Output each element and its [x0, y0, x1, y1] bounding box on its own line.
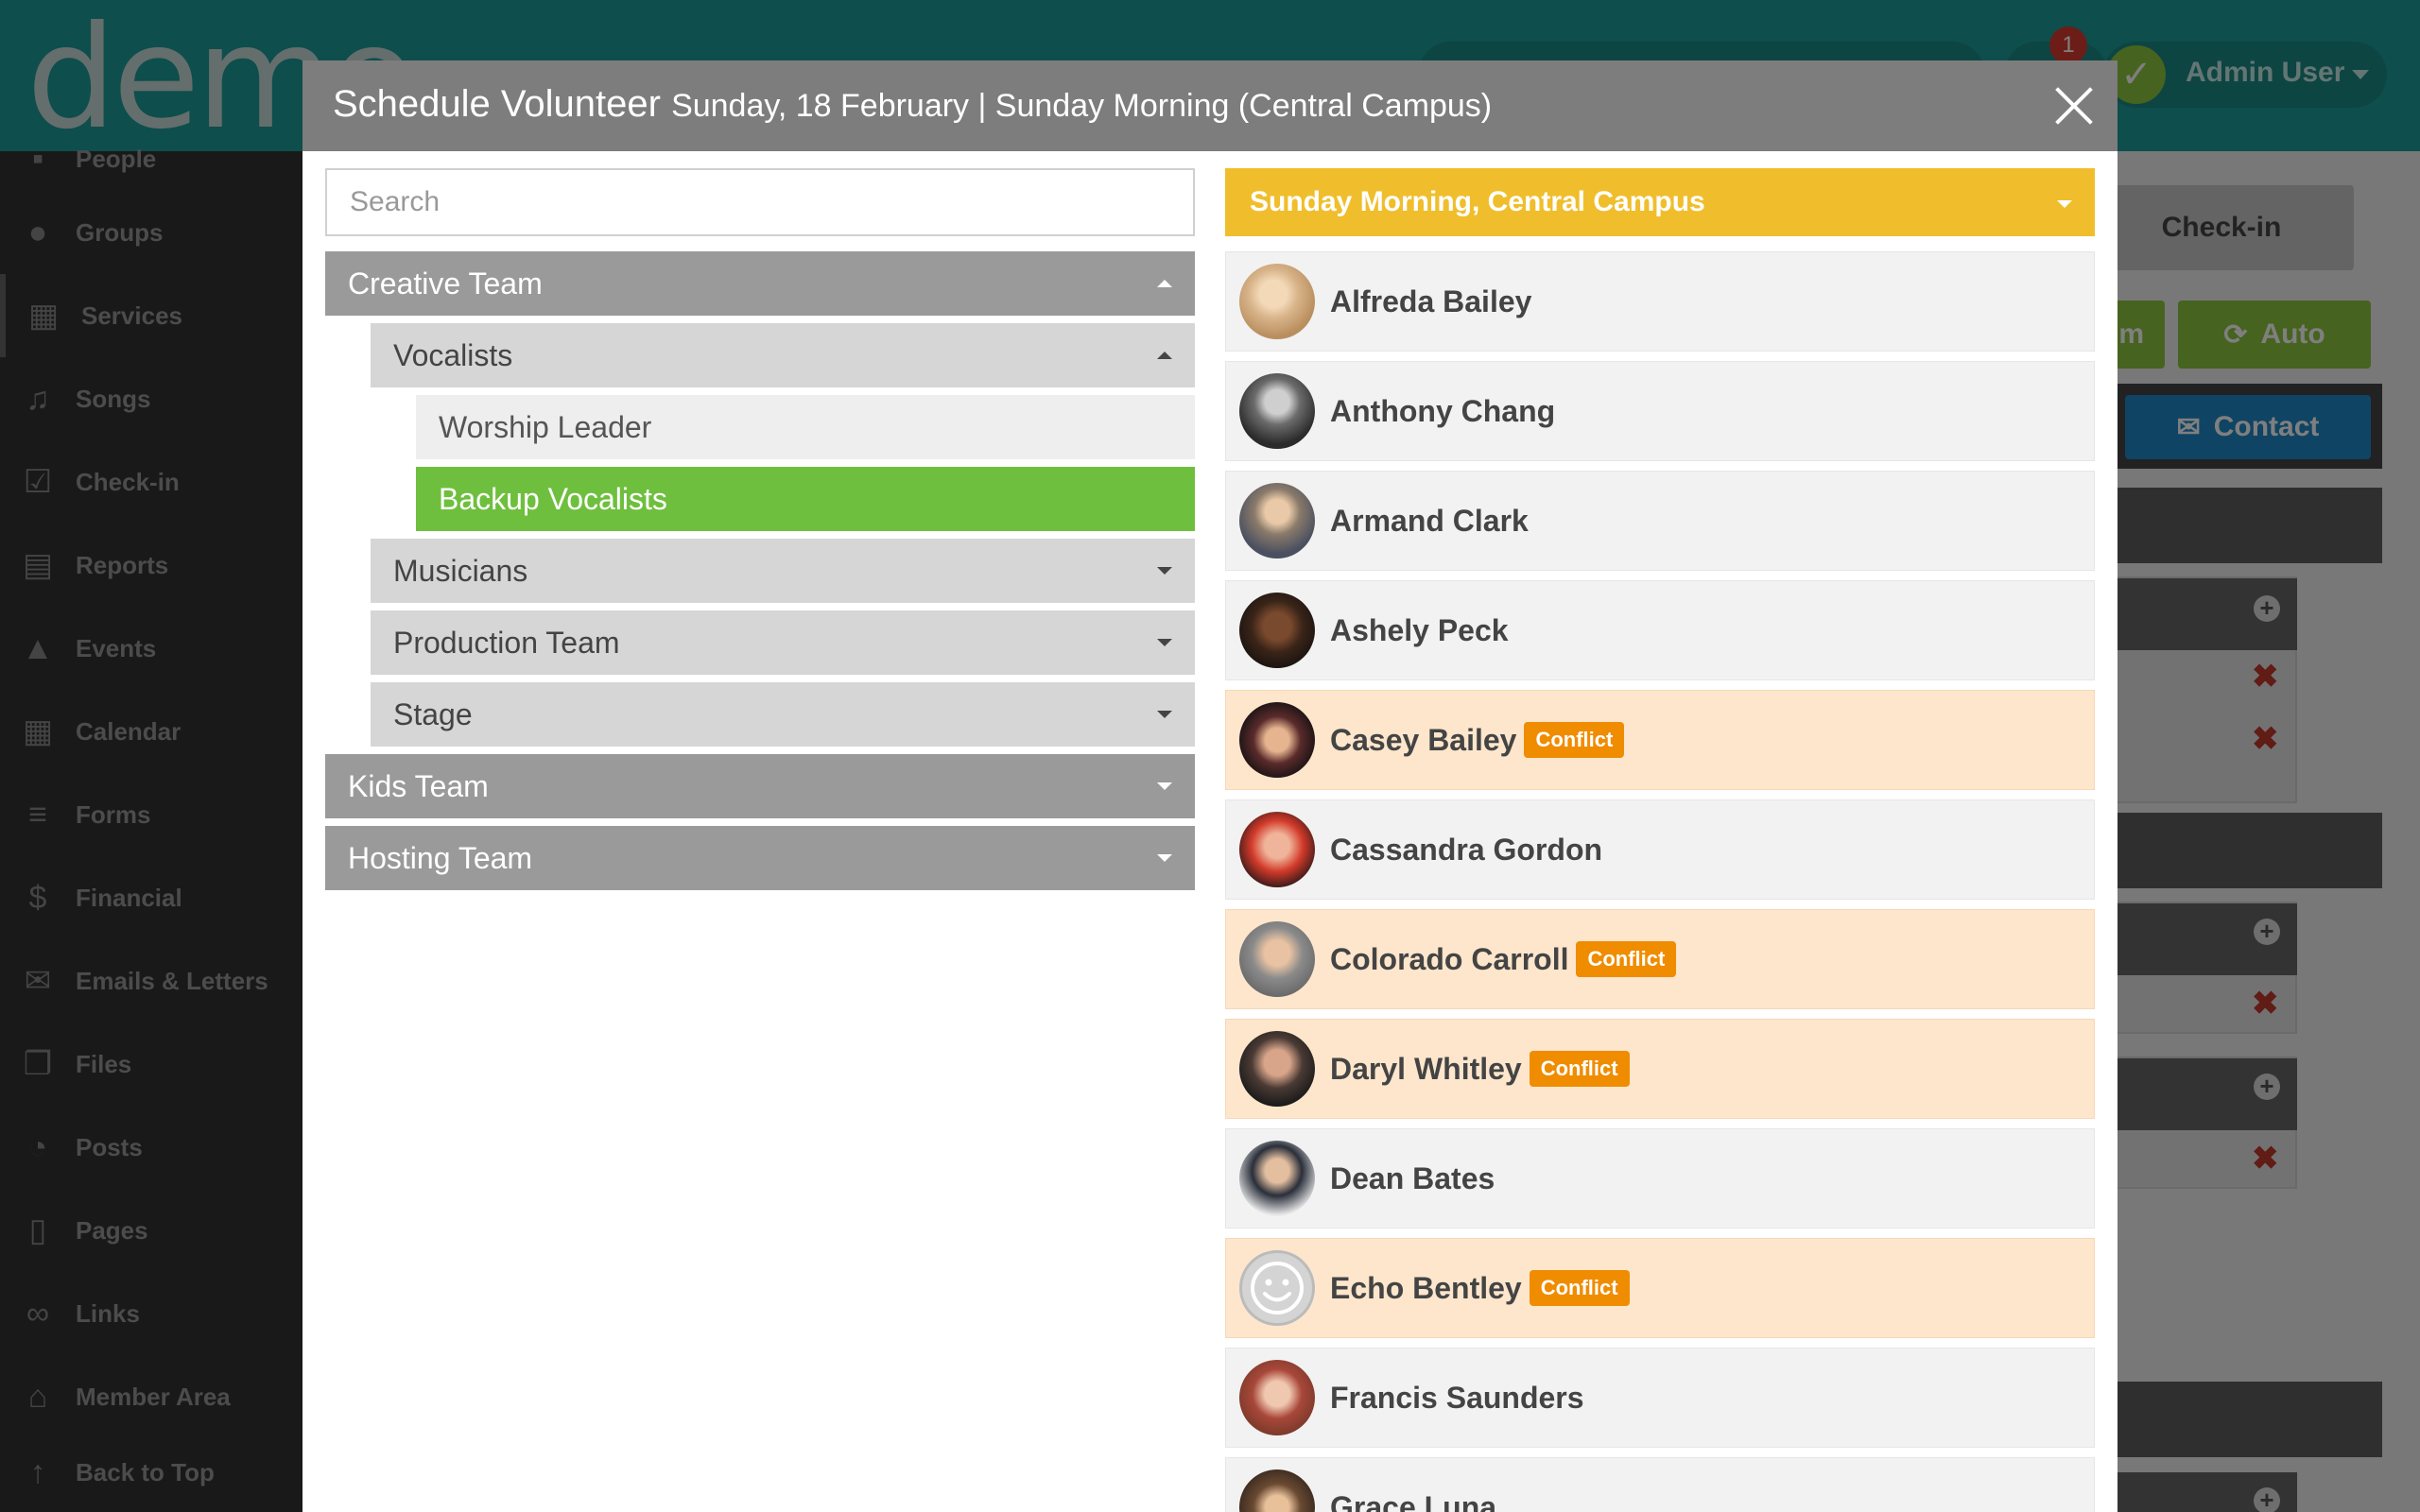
schedule-volunteer-modal: Schedule Volunteer Sunday, 18 February |…: [302, 60, 2118, 1512]
avatar: [1239, 1250, 1315, 1326]
modal-title: Schedule Volunteer Sunday, 18 February |…: [333, 83, 1493, 125]
caret-up-icon: [1157, 352, 1172, 359]
avatar: [1239, 812, 1315, 887]
volunteer-row[interactable]: Grace Luna: [1225, 1457, 2095, 1512]
default-avatar-icon: [1251, 1262, 1304, 1314]
conflict-badge: Conflict: [1576, 941, 1677, 977]
tree-item-kids-team[interactable]: Kids Team: [325, 754, 1195, 818]
caret-up-icon: [1157, 280, 1172, 287]
avatar: [1239, 921, 1315, 997]
avatar: [1239, 264, 1315, 339]
caret-down-icon: [1157, 782, 1172, 790]
volunteer-row[interactable]: Cassandra Gordon: [1225, 799, 2095, 900]
tree-item-creative-team[interactable]: Creative Team: [325, 251, 1195, 316]
search-input[interactable]: [325, 168, 1195, 236]
avatar: [1239, 1141, 1315, 1216]
avatar: [1239, 593, 1315, 668]
volunteer-row[interactable]: Alfreda Bailey: [1225, 251, 2095, 352]
avatar: [1239, 483, 1315, 558]
avatar: [1239, 1360, 1315, 1435]
campus-select[interactable]: Sunday Morning, Central Campus: [1225, 168, 2095, 236]
caret-down-icon: [1157, 854, 1172, 862]
modal-subtitle: Sunday, 18 February | Sunday Morning (Ce…: [671, 88, 1493, 124]
caret-down-icon: [1157, 639, 1172, 646]
tree-item-worship-leader[interactable]: Worship Leader: [416, 395, 1195, 459]
tree-item-stage[interactable]: Stage: [371, 682, 1195, 747]
caret-down-icon: [1157, 711, 1172, 718]
tree-item-production-team[interactable]: Production Team: [371, 610, 1195, 675]
caret-down-icon: [2057, 200, 2072, 208]
volunteer-row[interactable]: Armand Clark: [1225, 471, 2095, 571]
volunteer-row[interactable]: Casey Bailey Conflict: [1225, 690, 2095, 790]
avatar: [1239, 702, 1315, 778]
volunteer-row[interactable]: Dean Bates: [1225, 1128, 2095, 1228]
avatar: [1239, 373, 1315, 449]
volunteer-row[interactable]: Anthony Chang: [1225, 361, 2095, 461]
volunteer-row[interactable]: Echo Bentley Conflict: [1225, 1238, 2095, 1338]
volunteer-row[interactable]: Daryl Whitley Conflict: [1225, 1019, 2095, 1119]
avatar: [1239, 1469, 1315, 1512]
volunteer-row[interactable]: Ashely Peck: [1225, 580, 2095, 680]
volunteer-row[interactable]: Francis Saunders: [1225, 1348, 2095, 1448]
tree-item-vocalists[interactable]: Vocalists: [371, 323, 1195, 387]
volunteer-list: Alfreda Bailey Anthony Chang Armand Clar…: [1225, 251, 2095, 1512]
caret-down-icon: [1157, 567, 1172, 575]
close-icon[interactable]: [2051, 83, 2097, 129]
conflict-badge: Conflict: [1529, 1051, 1630, 1087]
modal-header: Schedule Volunteer Sunday, 18 February |…: [302, 60, 2118, 151]
conflict-badge: Conflict: [1529, 1270, 1630, 1306]
conflict-badge: Conflict: [1524, 722, 1625, 758]
volunteer-row[interactable]: Colorado Carroll Conflict: [1225, 909, 2095, 1009]
tree-item-musicians[interactable]: Musicians: [371, 539, 1195, 603]
tree-item-hosting-team[interactable]: Hosting Team: [325, 826, 1195, 890]
tree-item-backup-vocalists[interactable]: Backup Vocalists: [416, 467, 1195, 531]
avatar: [1239, 1031, 1315, 1107]
